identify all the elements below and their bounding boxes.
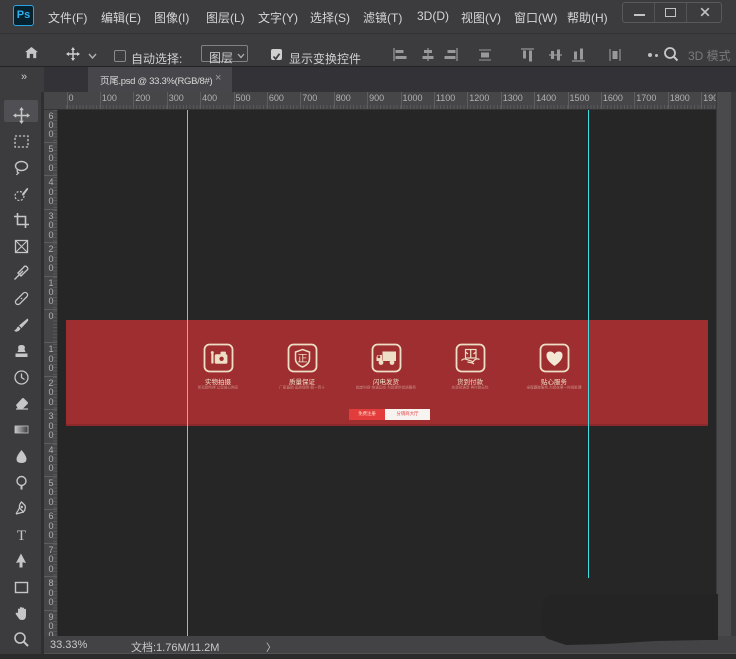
- svg-text:正: 正: [298, 354, 308, 365]
- svg-text:T: T: [16, 528, 25, 543]
